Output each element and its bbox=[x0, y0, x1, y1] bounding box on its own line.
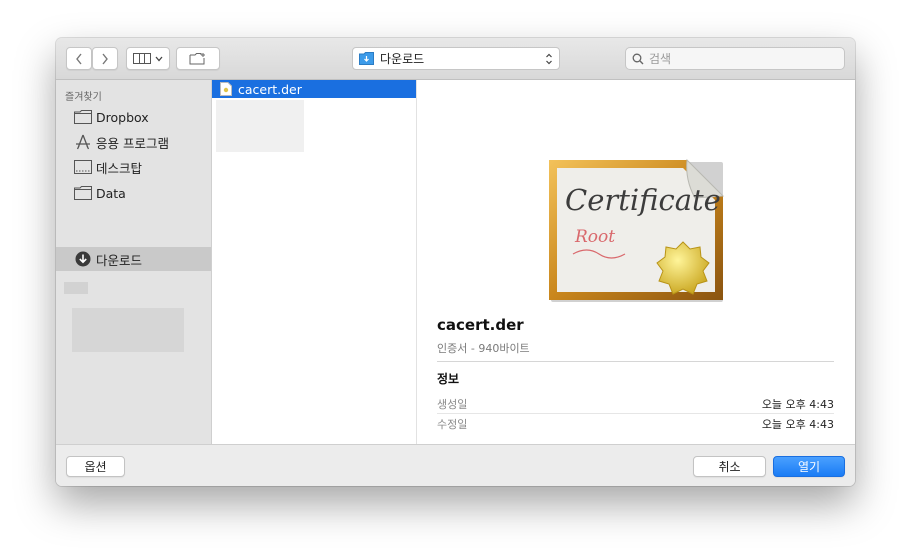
file-name-label: cacert.der bbox=[238, 81, 302, 97]
search-placeholder: 검색 bbox=[649, 52, 672, 66]
sidebar-item-downloads[interactable]: 다운로드 bbox=[56, 247, 211, 271]
divider bbox=[437, 361, 834, 362]
options-button[interactable]: 옵션 bbox=[66, 456, 125, 477]
chevron-right-icon bbox=[102, 53, 108, 64]
sidebar-item-label: Data bbox=[96, 185, 126, 201]
info-row-created: 생성일 오늘 오후 4:43 bbox=[437, 396, 834, 412]
folder-icon bbox=[74, 109, 92, 125]
folder-icon bbox=[74, 185, 92, 201]
certificate-title-text: Certificate bbox=[565, 183, 721, 217]
up-down-chevron-icon bbox=[546, 53, 552, 65]
columns-view-icon bbox=[133, 53, 151, 64]
view-mode-button[interactable] bbox=[126, 47, 170, 70]
new-folder-icon bbox=[189, 53, 205, 65]
file-open-dialog: 다운로드 검색 즐겨찾기 Dropbox 응용 프로그램 데스크탑 Data 다… bbox=[56, 38, 855, 486]
preview-pane: Certificate Root cacert.der 인증서 - 940바이트… bbox=[417, 80, 855, 444]
certificate-root-text: Root bbox=[574, 227, 615, 247]
sidebar-item-applications[interactable]: 응용 프로그램 bbox=[56, 130, 211, 154]
redacted-block bbox=[64, 282, 88, 294]
new-folder-button[interactable] bbox=[176, 47, 220, 70]
path-popup-label: 다운로드 bbox=[380, 52, 425, 66]
sidebar-item-data[interactable]: Data bbox=[56, 181, 211, 205]
chevron-down-icon bbox=[155, 56, 163, 61]
sidebar-item-dropbox[interactable]: Dropbox bbox=[56, 105, 211, 129]
sidebar-item-desktop[interactable]: 데스크탑 bbox=[56, 155, 211, 179]
bottom-bar: 옵션 취소 열기 bbox=[56, 444, 855, 486]
cancel-button[interactable]: 취소 bbox=[693, 456, 766, 477]
preview-info-title: 정보 bbox=[437, 372, 460, 386]
divider bbox=[437, 413, 834, 414]
certificate-preview-image: Certificate Root bbox=[549, 158, 725, 302]
path-popup[interactable]: 다운로드 bbox=[352, 47, 560, 70]
sidebar-item-label: 응용 프로그램 bbox=[96, 135, 169, 151]
sidebar-item-label: 다운로드 bbox=[96, 252, 143, 268]
forward-button[interactable] bbox=[92, 47, 118, 70]
chevron-left-icon bbox=[76, 53, 82, 64]
file-column: cacert.der bbox=[212, 80, 417, 444]
sidebar: 즐겨찾기 Dropbox 응용 프로그램 데스크탑 Data 다운로드 bbox=[56, 80, 212, 444]
open-button[interactable]: 열기 bbox=[773, 456, 845, 477]
redacted-block bbox=[216, 100, 304, 152]
file-row-selected[interactable]: cacert.der bbox=[212, 80, 416, 98]
preview-file-name: cacert.der bbox=[437, 316, 524, 334]
certificate-file-icon bbox=[220, 82, 232, 96]
info-value: 오늘 오후 4:43 bbox=[761, 398, 834, 411]
sidebar-item-label: Dropbox bbox=[96, 109, 149, 125]
downloads-folder-icon bbox=[359, 52, 374, 65]
search-icon bbox=[632, 53, 644, 64]
info-value: 오늘 오후 4:43 bbox=[761, 418, 834, 431]
back-button[interactable] bbox=[66, 47, 92, 70]
search-field[interactable]: 검색 bbox=[625, 47, 845, 70]
toolbar: 다운로드 검색 bbox=[56, 38, 855, 80]
info-row-modified: 수정일 오늘 오후 4:43 bbox=[437, 416, 834, 432]
sidebar-section-title: 즐겨찾기 bbox=[65, 92, 102, 103]
applications-icon bbox=[74, 134, 92, 150]
sidebar-item-label: 데스크탑 bbox=[96, 160, 143, 176]
desktop-icon bbox=[74, 159, 92, 175]
preview-file-kind: 인증서 - 940바이트 bbox=[437, 342, 530, 355]
download-icon bbox=[74, 251, 92, 267]
info-label: 생성일 bbox=[437, 398, 468, 411]
info-label: 수정일 bbox=[437, 418, 468, 431]
redacted-block bbox=[72, 308, 184, 352]
